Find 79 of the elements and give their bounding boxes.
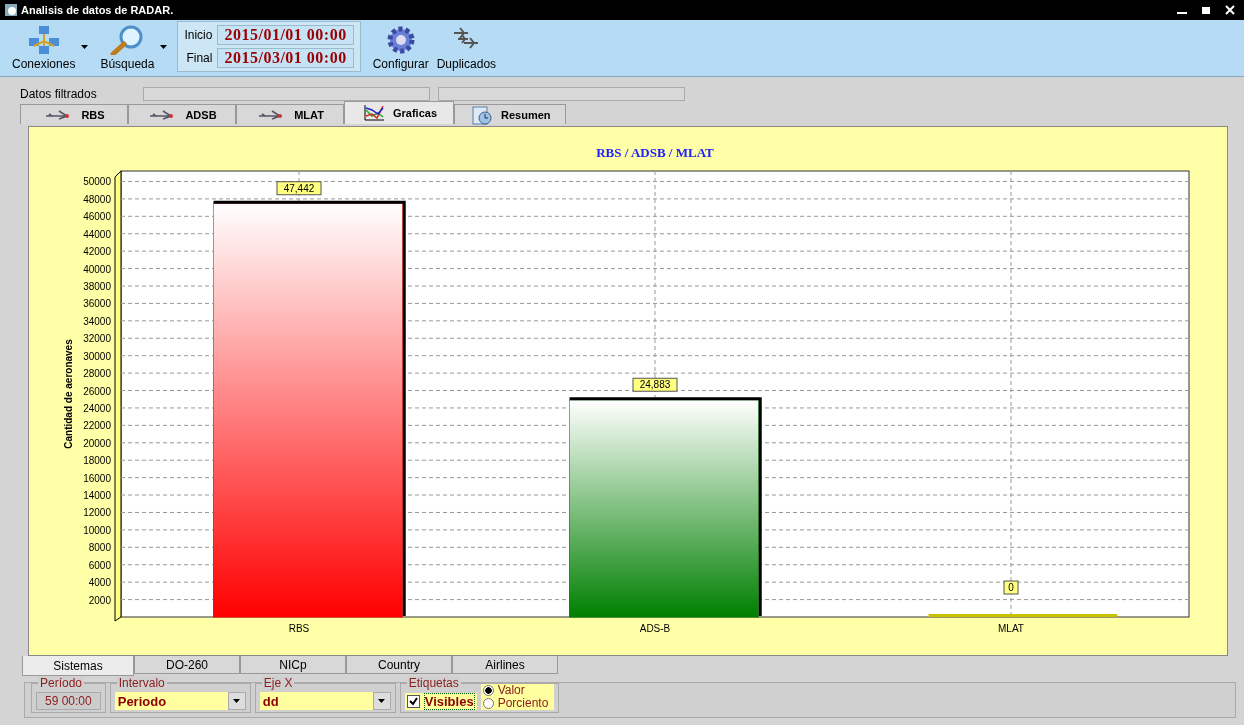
y-tick-label: 8000 [88, 542, 111, 554]
x-tick-label: RBS [288, 623, 310, 634]
group-label: Período [38, 676, 85, 690]
tab[interactable]: RBS [20, 104, 128, 124]
y-tick-label: 40000 [83, 263, 111, 275]
y-tick-label: 50000 [83, 176, 111, 188]
x-tick-label: ADS-B [639, 623, 671, 634]
y-tick-label: 34000 [83, 315, 111, 327]
y-tick-label: 16000 [83, 472, 111, 484]
filter-label: Datos filtrados [20, 87, 97, 101]
date-field[interactable]: 2015/01/01 00:00 [217, 25, 354, 45]
caret-icon [233, 699, 241, 703]
radio-label: Valor [497, 684, 525, 697]
radio-button[interactable]: Porciento [482, 697, 549, 710]
y-axis-label: Cantidad de aeronaves [63, 339, 74, 449]
y-tick-label: 12000 [83, 507, 111, 519]
y-tick-label: 36000 [83, 298, 111, 310]
y-tick-label: 32000 [83, 333, 111, 345]
group-label: Intervalo [116, 676, 167, 690]
y-tick-label: 18000 [83, 455, 111, 467]
toolbar-button[interactable]: Conexiones [10, 25, 78, 74]
y-tick-label: 20000 [83, 437, 111, 449]
tab[interactable]: Resumen [454, 104, 566, 124]
value-label: 0 [1003, 580, 1019, 595]
y-tick-label: 4000 [88, 577, 111, 589]
check-icon [408, 696, 418, 706]
tab[interactable]: MLAT [236, 104, 344, 124]
y-tick-label: 38000 [83, 281, 111, 292]
tab[interactable]: Graficas [344, 101, 454, 124]
search-button[interactable]: Búsqueda [98, 25, 157, 74]
radio-dot[interactable] [482, 698, 494, 709]
tab[interactable]: DO-260 [134, 656, 240, 674]
tab[interactable]: Country [346, 656, 452, 674]
clipboard-clock-icon [471, 104, 493, 125]
maximize-icon[interactable] [1200, 4, 1212, 16]
dropdown[interactable]: dd [259, 692, 391, 710]
tab[interactable]: NICp [240, 656, 346, 674]
y-tick-label: 46000 [83, 211, 111, 223]
value-label: 24,883 [632, 377, 678, 392]
y-tick-label: 44000 [83, 228, 111, 240]
dropdown[interactable]: Periodo [114, 692, 246, 710]
y-tick-label: 6000 [88, 559, 111, 571]
radio-label: Porciento [497, 697, 549, 710]
tab[interactable]: Sistemas [22, 656, 134, 676]
chart-icon [363, 104, 385, 122]
group-label: Eje X [261, 676, 295, 690]
y-tick-label: 2000 [88, 594, 111, 606]
y-tick-label: 10000 [83, 524, 111, 536]
y-tick-label: 26000 [83, 385, 111, 397]
radio-dot[interactable] [482, 685, 494, 696]
network-icon [27, 25, 60, 55]
settings-button[interactable]: Configurar [370, 25, 431, 74]
y-tick-label: 48000 [83, 193, 111, 205]
y-tick-label: 22000 [83, 420, 111, 432]
checkbox[interactable]: Visibles [404, 692, 477, 710]
tab[interactable]: ADSB [128, 104, 236, 124]
close-icon[interactable] [1224, 4, 1236, 16]
window-title: Analisis de datos de RADAR. [21, 4, 174, 16]
y-tick-label: 28000 [83, 368, 111, 380]
x-tick-label: MLAT [998, 623, 1024, 634]
y-tick-label: 14000 [83, 490, 111, 502]
y-tick-label: 24000 [83, 402, 111, 414]
app-icon [4, 3, 18, 17]
tab[interactable]: Airlines [452, 656, 558, 674]
date-label: Final [185, 51, 213, 65]
period-field: 59 00:00 [36, 692, 101, 710]
date-field[interactable]: 2015/03/01 00:00 [217, 48, 354, 68]
toolbar-button[interactable]: Duplicados [434, 25, 499, 74]
y-tick-label: 42000 [83, 246, 111, 258]
value-label: 47,442 [276, 181, 322, 196]
group-label: Etiquetas [406, 676, 461, 690]
caret-icon [378, 699, 386, 703]
caret-icon[interactable] [160, 45, 168, 49]
date-label: Inicio [184, 28, 213, 42]
radio-button[interactable]: Valor [482, 684, 549, 697]
chart-title: RBS / ADSB / MLAT [596, 145, 714, 160]
settings-icon [385, 25, 416, 55]
caret-icon[interactable] [81, 45, 89, 49]
y-tick-label: 30000 [83, 350, 111, 362]
